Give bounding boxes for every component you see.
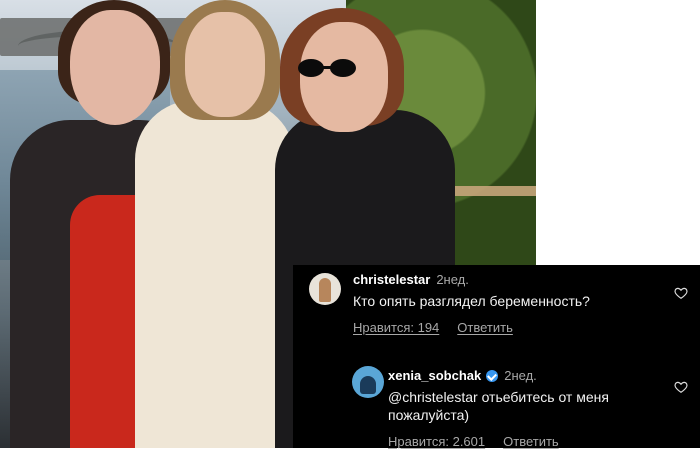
comment-text: @christelestar отьебитесь от меня пожалу…	[388, 389, 609, 423]
person-left-face	[70, 10, 160, 125]
comment-username[interactable]: xenia_sobchak	[388, 368, 481, 383]
sunglasses-icon	[298, 59, 356, 77]
comment-meta: xenia_sobchak 2нед.	[388, 368, 537, 384]
heart-outline-icon[interactable]	[674, 380, 688, 394]
comment-actions: Нравится: 2.601 Ответить	[388, 434, 577, 449]
comment-actions: Нравится: 194 Ответить	[353, 320, 531, 335]
person-middle-dress	[135, 100, 295, 448]
comment-text: Кто опять разглядел беременность?	[353, 293, 590, 309]
comment-time: 2нед.	[436, 272, 469, 287]
heart-outline-icon[interactable]	[674, 286, 688, 300]
likes-count[interactable]: Нравится: 2.601	[388, 434, 485, 449]
comment-item: christelestar 2нед. Кто опять разглядел б…	[293, 265, 700, 361]
person-middle-face	[185, 12, 265, 117]
reply-button[interactable]: Ответить	[457, 320, 513, 335]
avatar[interactable]	[352, 366, 384, 398]
comment-meta: christelestar 2нед.	[353, 272, 469, 288]
likes-count[interactable]: Нравится: 194	[353, 320, 439, 335]
comment-item: xenia_sobchak 2нед. @christelestar отьеби…	[293, 361, 700, 449]
comments-panel: christelestar 2нед. Кто опять разглядел б…	[293, 265, 700, 449]
comment-username[interactable]: christelestar	[353, 272, 430, 287]
comment-time: 2нед.	[504, 368, 537, 383]
reply-button[interactable]: Ответить	[503, 434, 559, 449]
avatar[interactable]	[309, 273, 341, 305]
verified-badge-icon	[486, 370, 499, 382]
